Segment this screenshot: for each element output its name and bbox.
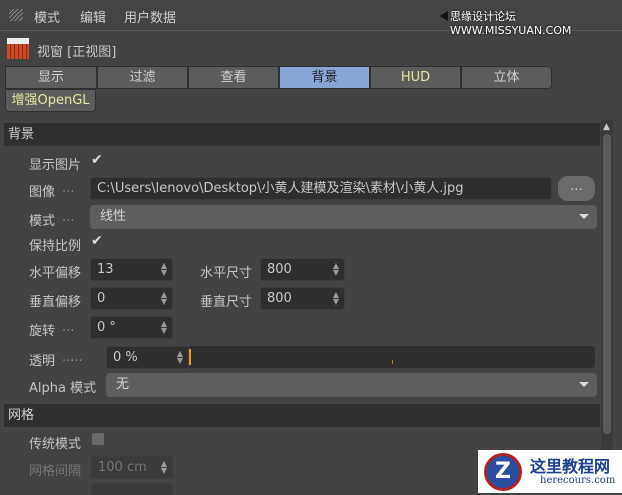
browse-button[interactable]: ...: [558, 176, 595, 201]
spinner-icon[interactable]: ▲ ▼: [161, 262, 167, 277]
watermark-url: herecours.com: [540, 475, 616, 486]
menu-mode[interactable]: 模式: [34, 7, 60, 26]
show-image-checkbox[interactable]: ✔: [91, 152, 103, 168]
grip-icon[interactable]: [9, 9, 23, 21]
alpha-mode-value: 无: [116, 377, 130, 392]
transparency-field[interactable]: 0 % ▲ ▼: [106, 346, 189, 369]
mode-value: 线性: [100, 209, 127, 224]
tab-hud[interactable]: HUD: [370, 66, 461, 89]
alpha-mode-dropdown[interactable]: 无: [106, 373, 597, 397]
grid-spacing-value: 100 cm: [98, 460, 147, 475]
rotation-value: 0 °: [97, 320, 116, 335]
show-image-label: 显示图片: [29, 158, 82, 173]
scrollbar-thumb[interactable]: [603, 134, 611, 434]
tab-stereo[interactable]: 立体: [461, 66, 552, 89]
h-offset-label: 水平偏移: [29, 266, 82, 281]
v-offset-field[interactable]: 0 ▲ ▼: [90, 287, 173, 310]
image-label: 图像: [29, 185, 56, 200]
legacy-mode-checkbox[interactable]: [92, 433, 104, 445]
dots: ...: [62, 320, 75, 335]
v-size-value: 800: [267, 291, 292, 306]
legacy-mode-label: 传统模式: [29, 437, 82, 452]
grid-spacing-field[interactable]: 100 cm ▲ ▼: [91, 456, 173, 479]
spinner-icon[interactable]: ▲ ▼: [161, 291, 167, 306]
v-offset-label: 垂直偏移: [29, 295, 82, 310]
tab-enhanced-opengl[interactable]: 增强OpenGL: [5, 89, 96, 112]
spinner-icon[interactable]: ▲ ▼: [161, 320, 167, 335]
scrollbar[interactable]: ▲: [601, 120, 613, 470]
transparency-slider[interactable]: [189, 346, 595, 368]
h-offset-value: 13: [97, 262, 114, 277]
viewport-icon: [7, 38, 29, 59]
watermark-text: 思缘设计论坛 WWW.MISSYUAN.COM: [450, 10, 572, 37]
dots: ...: [62, 210, 75, 225]
back-arrow-icon[interactable]: [440, 11, 448, 21]
v-offset-value: 0: [97, 291, 106, 306]
image-path-field[interactable]: C:\Users\lenovo\Desktop\小黄人建模及渲染\素材\小黄人.…: [90, 177, 552, 200]
site-watermark: Z 这里教程网 herecours.com: [478, 450, 622, 493]
spinner-icon[interactable]: ▲ ▼: [161, 460, 167, 475]
h-size-field[interactable]: 800 ▲ ▼: [260, 258, 345, 281]
tab-view[interactable]: 查看: [188, 66, 279, 89]
keep-ratio-label: 保持比例: [29, 239, 82, 254]
keep-ratio-checkbox[interactable]: ✔: [91, 233, 103, 249]
field[interactable]: [91, 483, 173, 495]
mode-dropdown[interactable]: 线性: [90, 205, 597, 229]
tab-filter[interactable]: 过滤: [97, 66, 188, 89]
logo-icon: Z: [484, 453, 522, 491]
h-offset-field[interactable]: 13 ▲ ▼: [90, 258, 173, 281]
chevron-down-icon: [579, 214, 589, 219]
alpha-mode-label: Alpha 模式: [29, 381, 97, 396]
slider-tick: [392, 360, 393, 364]
dots: ...: [62, 181, 75, 196]
menu-edit[interactable]: 编辑: [80, 7, 106, 26]
h-size-label: 水平尺寸: [200, 266, 253, 281]
section-grid[interactable]: 网格: [4, 404, 600, 427]
spinner-icon[interactable]: ▲ ▼: [177, 350, 183, 365]
section-background[interactable]: 背景: [4, 123, 600, 146]
tab-display[interactable]: 显示: [5, 66, 97, 89]
watermark-title: 这里教程网: [530, 457, 611, 476]
slider-handle[interactable]: [189, 349, 191, 365]
chevron-down-icon: [579, 382, 589, 387]
v-size-field[interactable]: 800 ▲ ▼: [260, 287, 345, 310]
spinner-icon[interactable]: ▲ ▼: [333, 291, 339, 306]
dots: .....: [62, 350, 83, 365]
spinner-icon[interactable]: ▲ ▼: [333, 262, 339, 277]
grid-spacing-label: 网格间隔: [29, 464, 82, 479]
rotation-label: 旋转: [29, 324, 56, 339]
mode-label: 模式: [29, 214, 56, 229]
menu-userdata[interactable]: 用户数据: [124, 7, 176, 26]
transparency-label: 透明: [29, 354, 56, 369]
panel-title: 视窗 [正视图]: [37, 45, 117, 60]
rotation-field[interactable]: 0 ° ▲ ▼: [90, 316, 173, 339]
transparency-value: 0 %: [113, 350, 138, 365]
v-size-label: 垂直尺寸: [200, 295, 253, 310]
h-size-value: 800: [267, 262, 292, 277]
tab-background[interactable]: 背景: [279, 66, 370, 89]
menu-bar: 模式 编辑 用户数据 思缘设计论坛 WWW.MISSYUAN.COM: [0, 0, 622, 37]
scroll-up-icon[interactable]: ▲: [603, 122, 610, 132]
